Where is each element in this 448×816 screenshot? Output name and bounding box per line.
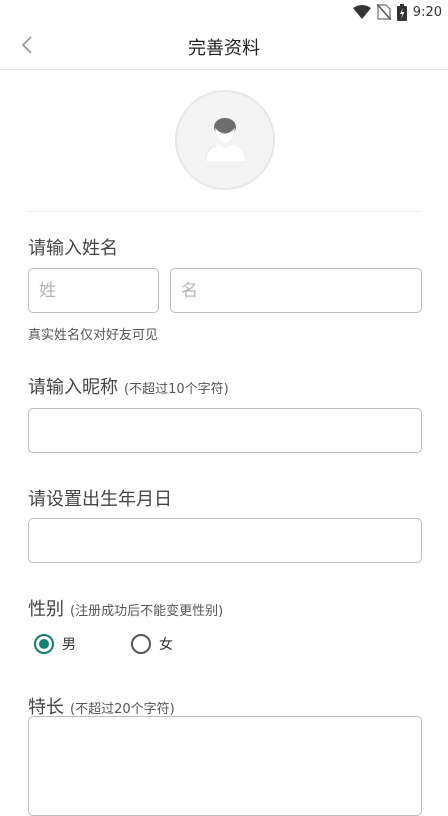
- divider: [28, 211, 422, 212]
- back-button[interactable]: [12, 32, 42, 62]
- specialty-hint: (不超过20个字符): [70, 702, 175, 717]
- wifi-icon: [352, 5, 371, 19]
- avatar-upload[interactable]: [175, 90, 275, 190]
- gender-option-label: 女: [159, 637, 173, 653]
- specialty-textarea[interactable]: [28, 716, 422, 816]
- nickname-input[interactable]: [28, 408, 422, 453]
- birthday-label-text: 请设置出生年月日: [28, 489, 172, 510]
- gender-option-label: 男: [62, 637, 76, 653]
- chevron-left-icon: [21, 36, 33, 58]
- status-bar: 9:20: [0, 0, 448, 24]
- app-bar: 完善资料: [0, 24, 448, 70]
- gender-label-text: 性别: [28, 599, 64, 620]
- birthday-label: 请设置出生年月日: [28, 485, 172, 511]
- gender-option-female[interactable]: 女: [131, 634, 173, 654]
- gender-option-male[interactable]: 男: [34, 634, 76, 654]
- name-privacy-note: 真实姓名仅对好友可见: [28, 328, 159, 343]
- last-name-input[interactable]: [28, 268, 159, 313]
- page-title: 完善资料: [188, 37, 260, 59]
- no-sim-icon: [376, 4, 391, 20]
- first-name-input[interactable]: [170, 268, 422, 313]
- nickname-label: 请输入昵称 (不超过10个字符): [28, 373, 229, 399]
- name-label-text: 请输入姓名: [28, 238, 118, 259]
- nickname-hint: (不超过10个字符): [124, 382, 229, 397]
- radio-checked-icon[interactable]: [34, 634, 54, 654]
- name-label: 请输入姓名: [28, 234, 118, 260]
- battery-icon: [396, 3, 407, 21]
- user-placeholder-icon: [204, 115, 245, 165]
- nickname-label-text: 请输入昵称: [28, 377, 118, 398]
- radio-unchecked-icon[interactable]: [131, 634, 151, 654]
- gender-label: 性别 (注册成功后不能变更性别): [28, 595, 223, 621]
- status-time: 9:20: [412, 4, 442, 20]
- gender-hint: (注册成功后不能变更性别): [70, 604, 224, 619]
- birthday-input[interactable]: [28, 518, 422, 563]
